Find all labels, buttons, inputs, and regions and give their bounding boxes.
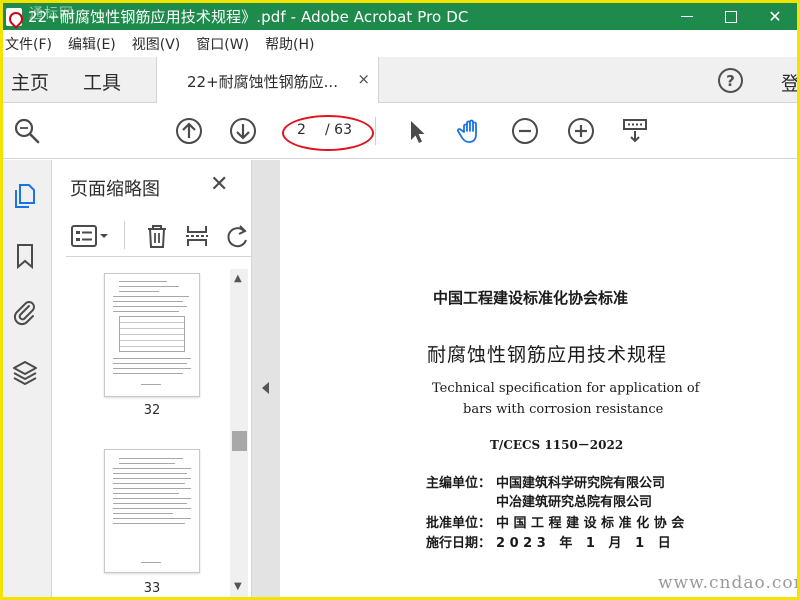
scroll-up-icon[interactable]: ▲ <box>234 273 242 284</box>
scrollbar-thumb[interactable] <box>232 431 247 451</box>
menu-help[interactable]: 帮助(H) <box>263 34 322 54</box>
page-thumbnails-icon[interactable] <box>11 182 39 210</box>
select-cursor-icon[interactable] <box>403 117 431 145</box>
next-page-icon[interactable] <box>229 117 257 145</box>
trash-icon[interactable] <box>144 223 170 249</box>
tab-home[interactable]: 主页 <box>11 68 49 95</box>
thumbnail-page-32[interactable] <box>104 273 200 397</box>
panel-title: 页面缩略图 <box>70 179 160 200</box>
panel-separator <box>124 221 125 249</box>
tab-bar: 主页 工具 22+耐腐蚀性钢筋应... × ? 登 <box>3 57 797 103</box>
maximize-icon <box>725 10 737 23</box>
doc-approver-label: 批准单位： <box>426 516 492 531</box>
toolbar: 2 / 63 <box>3 103 797 159</box>
doc-date-label: 施行日期： <box>426 536 492 551</box>
tab-document[interactable]: 22+耐腐蚀性钢筋应... × <box>156 57 379 103</box>
help-icon[interactable]: ? <box>718 68 743 93</box>
doc-date: 2 0 2 3 年 1 月 1 日 <box>496 536 671 551</box>
app-window: 22+耐腐蚀性钢筋应用技术规程》.pdf - Adobe Acrobat Pro… <box>0 0 800 600</box>
previous-page-icon[interactable] <box>175 117 203 145</box>
thumbnails-list: 32 33 <box>52 269 230 597</box>
layers-icon[interactable] <box>11 358 39 386</box>
maximize-button[interactable] <box>709 3 753 30</box>
doc-org-standard: 中国工程建设标准化协会标准 <box>433 289 629 307</box>
doc-title-cn: 耐腐蚀性钢筋应用技术规程 <box>427 344 668 366</box>
thumbnails-scrollbar[interactable]: ▲ ▼ <box>230 269 248 597</box>
title-bar: 22+耐腐蚀性钢筋应用技术规程》.pdf - Adobe Acrobat Pro… <box>3 3 797 30</box>
doc-code: T/CECS 1150－2022 <box>490 438 624 452</box>
doc-title-en-2: bars with corrosion resistance <box>463 402 664 417</box>
thumbnails-panel: 页面缩略图 ✕ 32 33 ▲ ▼ <box>52 160 252 597</box>
close-window-button[interactable]: ✕ <box>753 3 797 30</box>
red-annotation-ellipse <box>282 115 374 151</box>
tab-close-icon[interactable]: × <box>357 70 370 88</box>
panel-toolbar <box>66 213 252 257</box>
panel-close-icon[interactable]: ✕ <box>210 172 228 197</box>
thumbnail-label: 32 <box>143 403 161 418</box>
page-display-icon[interactable] <box>621 117 649 145</box>
collapse-arrow-icon <box>262 382 269 394</box>
zoom-out-icon[interactable] <box>511 117 539 145</box>
thumbnail-options-icon[interactable] <box>70 223 110 249</box>
zoom-in-icon[interactable] <box>567 117 595 145</box>
watermark-top: 通标网 <box>29 6 74 22</box>
window-title: 22+耐腐蚀性钢筋应用技术规程》.pdf - Adobe Acrobat Pro… <box>28 8 469 26</box>
menu-edit[interactable]: 编辑(E) <box>66 34 124 54</box>
minimize-icon <box>681 16 693 17</box>
login-button[interactable]: 登 <box>781 69 797 96</box>
menu-file[interactable]: 文件(F) <box>3 34 60 54</box>
panel-collapse-handle[interactable] <box>252 160 280 597</box>
menu-bar: 文件(F) 编辑(E) 视图(V) 窗口(W) 帮助(H) <box>3 30 797 57</box>
thumbnail-label: 33 <box>143 581 161 596</box>
document-view[interactable]: 中国工程建设标准化协会标准 耐腐蚀性钢筋应用技术规程 Technical spe… <box>280 160 797 597</box>
left-rail <box>3 160 52 597</box>
doc-editor-label: 主编单位： <box>426 476 492 491</box>
minimize-button[interactable] <box>665 3 709 30</box>
tab-tools[interactable]: 工具 <box>83 68 121 95</box>
doc-editor-1: 中国建筑科学研究院有限公司 <box>496 476 666 491</box>
scroll-down-icon[interactable]: ▼ <box>234 581 242 592</box>
menu-window[interactable]: 窗口(W) <box>194 34 257 54</box>
attachment-icon[interactable] <box>11 298 39 326</box>
doc-approver: 中 国 工 程 建 设 标 准 化 协 会 <box>496 516 685 531</box>
insert-page-icon[interactable] <box>184 223 210 249</box>
tab-document-label: 22+耐腐蚀性钢筋应... <box>187 73 338 91</box>
bookmark-icon[interactable] <box>11 242 39 270</box>
doc-title-en-1: Technical specification for application … <box>432 381 700 396</box>
menu-view[interactable]: 视图(V) <box>130 34 189 54</box>
acrobat-icon <box>6 7 22 26</box>
rotate-icon[interactable] <box>224 223 250 249</box>
toolbar-separator <box>375 117 376 145</box>
hand-tool-icon[interactable] <box>457 117 485 145</box>
thumbnail-page-33[interactable] <box>104 449 200 573</box>
zoom-search-icon[interactable] <box>13 117 41 145</box>
watermark-bottom: www.cndao.com <box>658 573 800 593</box>
doc-editor-2: 中冶建筑研究总院有限公司 <box>496 495 653 510</box>
